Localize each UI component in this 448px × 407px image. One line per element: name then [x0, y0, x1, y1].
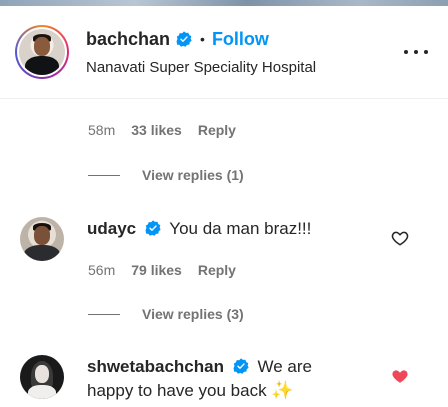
view-replies-label: View replies (3) [142, 306, 244, 322]
commenter-username[interactable]: udayc [87, 219, 136, 238]
verified-badge-icon [176, 31, 192, 47]
heart-outline-icon[interactable] [391, 229, 409, 247]
view-replies-label: View replies (1) [142, 167, 244, 183]
commenter-avatar[interactable] [20, 217, 64, 261]
verified-badge-icon [233, 358, 249, 374]
comment-time[interactable]: 56m [88, 262, 115, 278]
comment-likes[interactable]: 33 likes [131, 122, 182, 138]
view-replies-button[interactable]: View replies (3) [88, 306, 244, 322]
follow-button[interactable]: Follow [212, 29, 269, 50]
comment-time[interactable]: 58m [88, 122, 115, 138]
verified-badge-icon [145, 220, 161, 236]
comment-text: shwetabachchan We are happy to have you … [87, 355, 387, 403]
reply-button[interactable]: Reply [198, 262, 236, 278]
separator-dot: • [200, 31, 205, 47]
profile-avatar[interactable] [15, 25, 69, 79]
heart-filled-icon[interactable] [391, 367, 409, 385]
comment-text: udayc You da man braz!!! [87, 217, 311, 241]
post-username[interactable]: bachchan [86, 29, 170, 50]
post-location[interactable]: Nanavati Super Speciality Hospital [86, 59, 316, 76]
replies-divider-line [88, 174, 120, 176]
comment-likes[interactable]: 79 likes [131, 262, 182, 278]
comment-item: shwetabachchan We are happy to have you … [0, 350, 448, 401]
replies-divider-line [88, 313, 120, 315]
post-header: bachchan • Follow Nanavati Super Special… [0, 6, 448, 99]
commenter-avatar[interactable] [20, 355, 64, 399]
sparkles-emoji: ✨ [271, 380, 294, 401]
comment-item: udayc You da man braz!!! [0, 212, 448, 261]
comment-body-continued: happy to have you back [87, 381, 267, 400]
commenter-username[interactable]: shwetabachchan [87, 357, 224, 376]
comment-meta: 56m 79 likes Reply [88, 262, 236, 278]
view-replies-button[interactable]: View replies (1) [88, 167, 244, 183]
comment-body: We are [257, 357, 312, 376]
comment-body: You da man braz!!! [169, 219, 312, 238]
username-row: bachchan • Follow [86, 28, 269, 50]
more-options-icon[interactable] [404, 47, 428, 57]
comment-meta: 58m 33 likes Reply [88, 122, 236, 138]
reply-button[interactable]: Reply [198, 122, 236, 138]
